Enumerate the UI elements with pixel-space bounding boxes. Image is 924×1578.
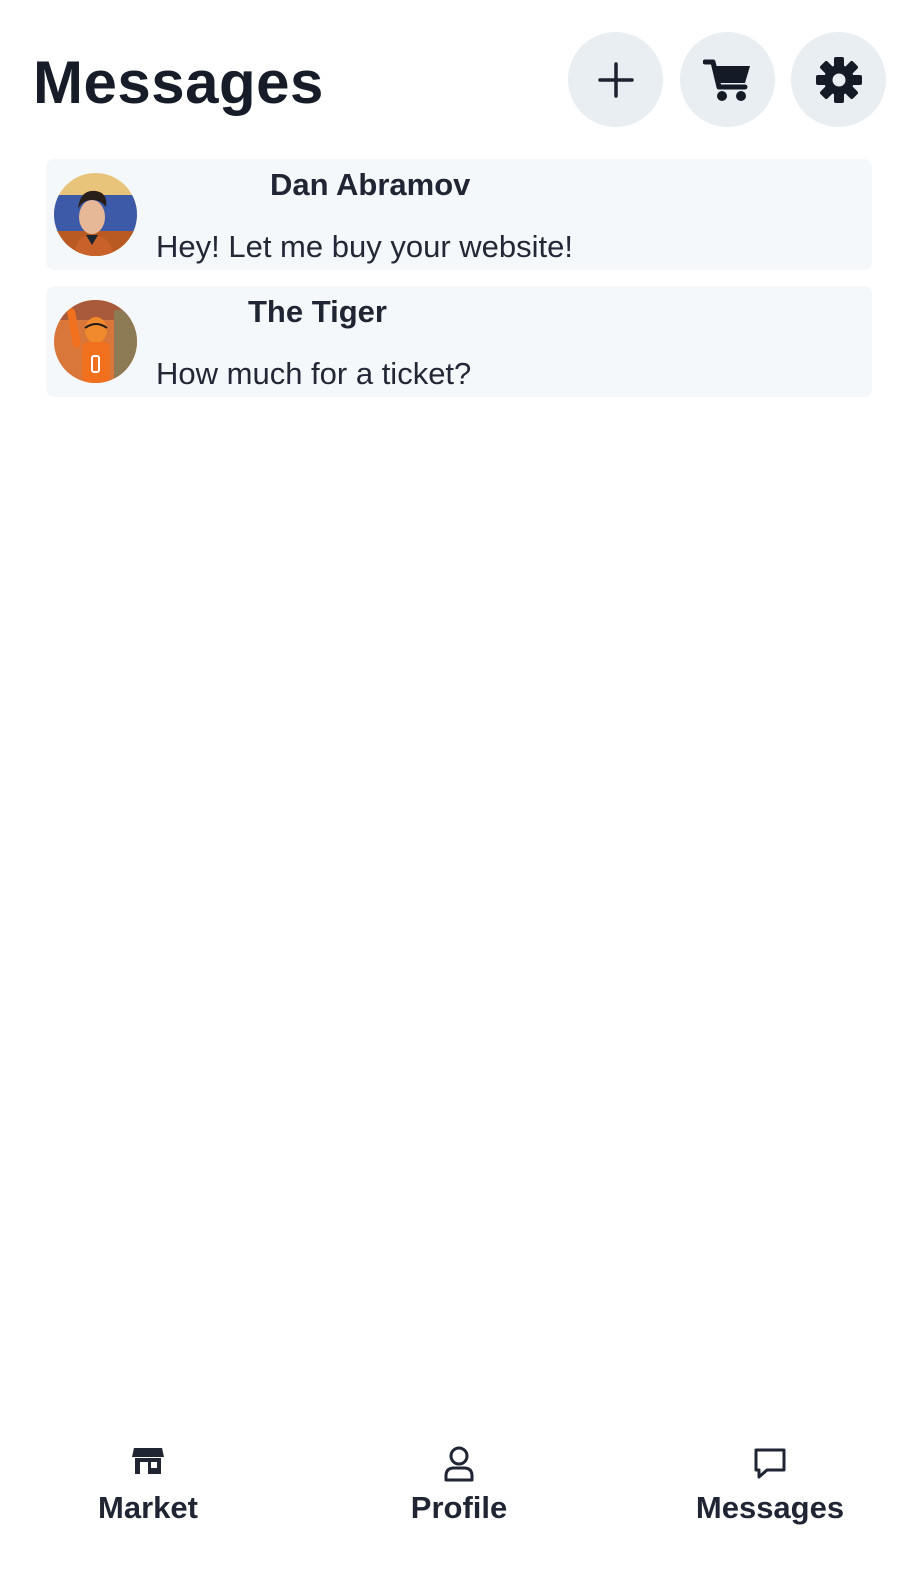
cart-icon	[702, 57, 753, 103]
message-item[interactable]: The Tiger How much for a ticket?	[46, 286, 872, 397]
store-icon	[131, 1446, 165, 1476]
nav-label: Profile	[410, 1490, 508, 1525]
message-sender-name: The Tiger	[248, 294, 387, 329]
plus-icon	[596, 60, 636, 100]
settings-button[interactable]	[791, 32, 886, 127]
nav-label: Market	[98, 1490, 198, 1525]
avatar	[54, 173, 137, 256]
gear-icon	[815, 56, 863, 104]
cart-button[interactable]	[680, 32, 775, 127]
add-button[interactable]	[568, 32, 663, 127]
message-sender-name: Dan Abramov	[270, 167, 471, 202]
nav-label: Messages	[695, 1490, 845, 1525]
messages-screen: Messages Dan Abramov Hey! Let me buy you…	[0, 0, 924, 1578]
page-title: Messages	[33, 49, 324, 116]
nav-item-market[interactable]: Market	[0, 1446, 298, 1546]
message-preview: Hey! Let me buy your website!	[156, 229, 573, 264]
bottom-nav: Market Profile Messages	[0, 1430, 924, 1578]
avatar	[54, 300, 137, 383]
message-list: Dan Abramov Hey! Let me buy your website…	[46, 159, 872, 413]
nav-item-messages[interactable]: Messages	[620, 1446, 920, 1546]
header: Messages	[0, 0, 924, 150]
chat-bubble-icon	[753, 1446, 787, 1480]
message-item[interactable]: Dan Abramov Hey! Let me buy your website…	[46, 159, 872, 270]
user-icon	[443, 1446, 475, 1482]
message-preview: How much for a ticket?	[156, 356, 472, 391]
nav-item-profile[interactable]: Profile	[309, 1446, 609, 1546]
